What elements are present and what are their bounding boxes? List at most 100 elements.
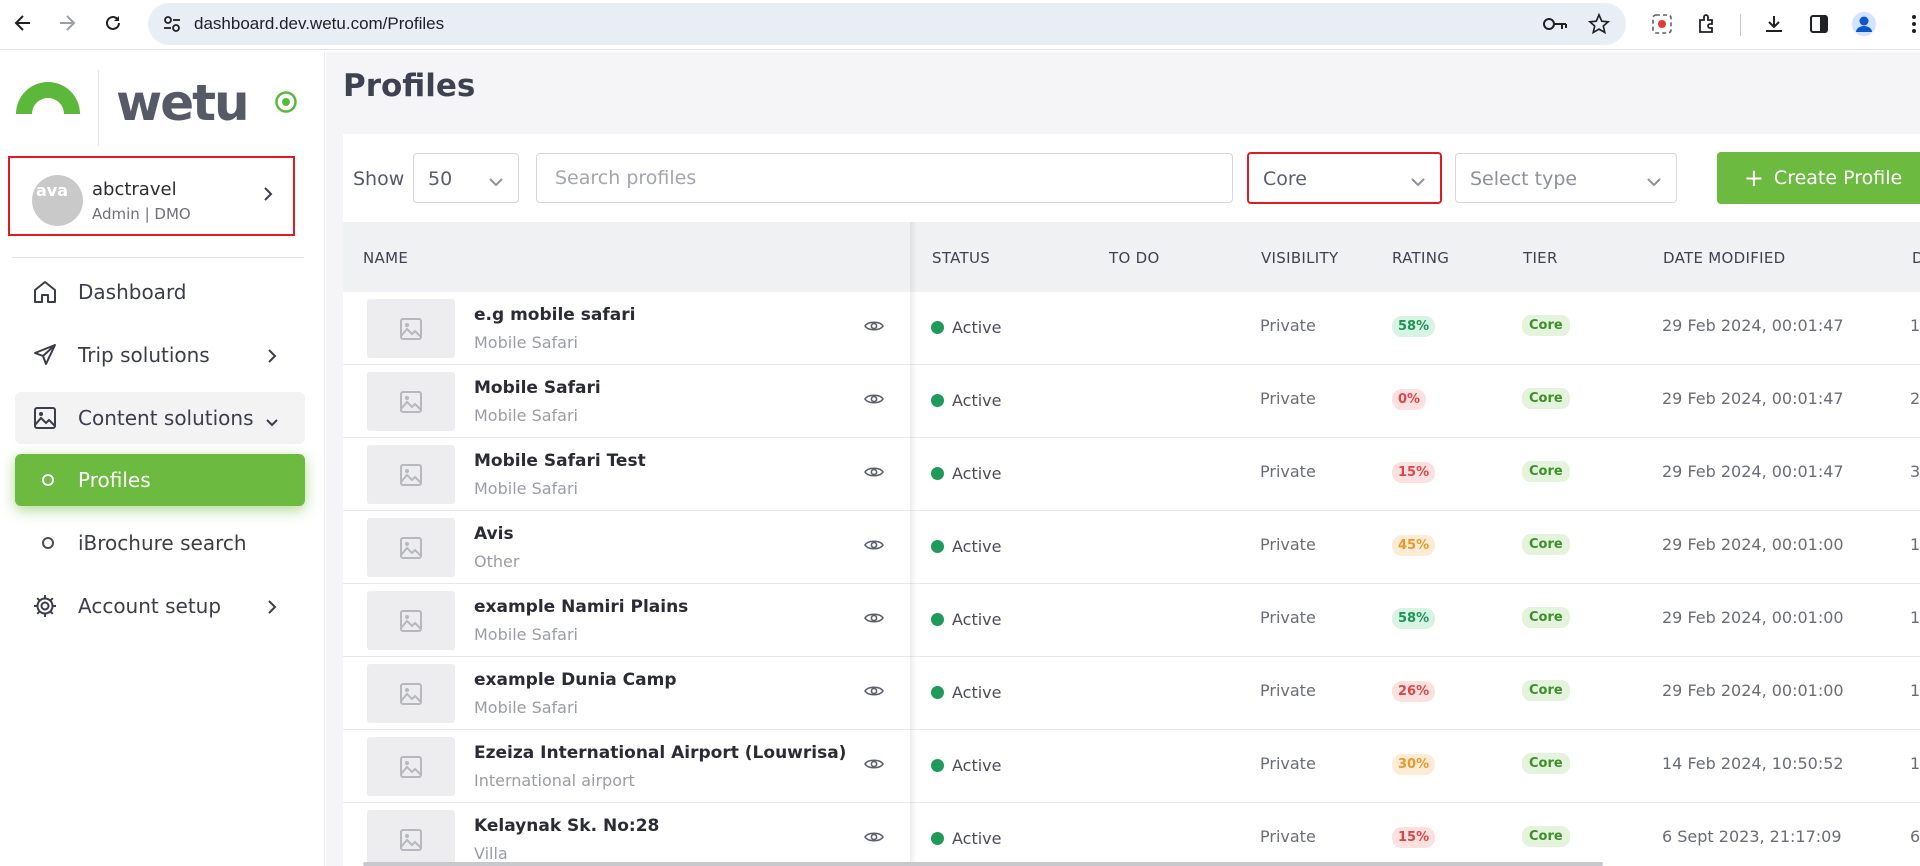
status-text: Active: [952, 464, 1002, 483]
sticky-column-shadow: [910, 222, 917, 866]
rating-badge: 15%: [1392, 462, 1436, 483]
visibility-text: Private: [1260, 827, 1316, 846]
table-header: NAME STATUS TO DO VISIBILITY RATING TIER…: [343, 222, 1920, 292]
sidebar-item-content-solutions[interactable]: Content solutions: [15, 392, 305, 444]
address-bar[interactable]: dashboard.dev.wetu.com/Profiles: [148, 3, 1626, 45]
table-row[interactable]: Mobile Safari Test Mobile Safari Active Pri…: [343, 438, 1920, 511]
table-row[interactable]: Avis Other Active Private 45% Core 29 Feb 2024…: [343, 511, 1920, 584]
profile-name[interactable]: example Dunia Camp: [474, 670, 677, 690]
table-row[interactable]: e.g mobile safari Mobile Safari Active Priv…: [343, 292, 1920, 365]
date-modified: 29 Feb 2024, 00:01:00: [1662, 681, 1844, 700]
key-icon[interactable]: [1542, 15, 1568, 37]
create-profile-button[interactable]: + Create Profile: [1717, 152, 1920, 204]
column-header-name[interactable]: NAME: [363, 249, 408, 267]
status-dot: [931, 467, 944, 480]
rating-badge: 45%: [1392, 535, 1436, 556]
table-row[interactable]: example Namiri Plains Mobile Safari Active…: [343, 584, 1920, 657]
chevron-down-icon: [488, 172, 504, 191]
browser-toolbar: dashboard.dev.wetu.com/Profiles: [0, 0, 1920, 50]
rating-badge: 58%: [1392, 608, 1436, 629]
image-icon: [32, 405, 58, 435]
column-header-todo[interactable]: TO DO: [1109, 249, 1160, 267]
site-settings-icon[interactable]: [162, 14, 182, 38]
search-input[interactable]: [536, 153, 1233, 203]
sidebar-item-dashboard[interactable]: Dashboard: [15, 266, 305, 318]
forward-arrow-icon[interactable]: [52, 8, 82, 38]
profile-name[interactable]: Avis: [474, 524, 514, 544]
target-icon[interactable]: [274, 90, 298, 118]
sidebar-item-account-setup[interactable]: Account setup: [15, 580, 305, 632]
profile-name[interactable]: Ezeiza International Airport (Louwrisa): [474, 743, 846, 763]
rating-badge: 58%: [1392, 316, 1436, 337]
rating-badge: 15%: [1392, 827, 1436, 848]
column-header-truncated[interactable]: D: [1912, 249, 1920, 267]
type-filter-value: Select type: [1470, 168, 1578, 190]
status-dot: [931, 321, 944, 334]
column-header-date-modified[interactable]: DATE MODIFIED: [1663, 249, 1786, 267]
sidebar-item-profiles[interactable]: Profiles: [15, 454, 305, 506]
eye-icon[interactable]: [864, 756, 884, 775]
logo-divider: [98, 70, 99, 146]
wetu-arc-logo-icon: [14, 80, 82, 120]
menu-dots-icon[interactable]: [1900, 10, 1920, 38]
bookmark-star-icon[interactable]: [1587, 12, 1611, 39]
eye-icon[interactable]: [864, 318, 884, 337]
logo-wordmark: wetu: [116, 74, 250, 132]
side-panel-icon[interactable]: [1805, 10, 1833, 38]
type-filter-select[interactable]: Select type: [1455, 153, 1677, 203]
status-dot: [931, 540, 944, 553]
profile-name[interactable]: e.g mobile safari: [474, 305, 635, 325]
eye-icon[interactable]: [864, 391, 884, 410]
truncated-cell: 6: [1910, 827, 1920, 846]
reload-icon[interactable]: [98, 8, 128, 38]
visibility-text: Private: [1260, 535, 1316, 554]
eye-icon[interactable]: [864, 610, 884, 629]
extensions-icon[interactable]: [1693, 10, 1721, 38]
eye-icon[interactable]: [864, 537, 884, 556]
tier-badge: Core: [1522, 461, 1570, 482]
horizontal-scrollbar[interactable]: [363, 862, 1603, 866]
profile-name[interactable]: Mobile Safari Test: [474, 451, 646, 471]
column-header-tier[interactable]: TIER: [1523, 249, 1558, 267]
profile-name[interactable]: Kelaynak Sk. No:28: [474, 816, 659, 836]
page-size-select[interactable]: 50: [413, 153, 519, 203]
table-row[interactable]: Ezeiza International Airport (Louwrisa) I…: [343, 730, 1920, 803]
tier-filter-select[interactable]: Core: [1247, 152, 1442, 204]
date-modified: 29 Feb 2024, 00:01:47: [1662, 462, 1844, 481]
truncated-cell: 2: [1910, 389, 1920, 408]
back-arrow-icon[interactable]: [8, 8, 38, 38]
download-icon[interactable]: [1760, 10, 1788, 38]
truncated-cell: 1: [1910, 316, 1920, 335]
eye-icon[interactable]: [864, 464, 884, 483]
profile-name[interactable]: example Namiri Plains: [474, 597, 688, 617]
image-placeholder-icon: [367, 299, 455, 358]
profile-name[interactable]: Mobile Safari: [474, 378, 601, 398]
profiles-panel: Show 50 Core Select type + Create Profil…: [343, 134, 1920, 866]
gear-icon: [32, 593, 58, 623]
tier-badge: Core: [1522, 534, 1570, 555]
visibility-text: Private: [1260, 316, 1316, 335]
date-modified: 6 Sept 2023, 21:17:09: [1662, 827, 1842, 846]
eye-icon[interactable]: [864, 829, 884, 848]
status-cell: Active: [931, 610, 1002, 629]
table-row[interactable]: example Dunia Camp Mobile Safari Active Pri…: [343, 657, 1920, 730]
status-text: Active: [952, 318, 1002, 337]
table-row[interactable]: Mobile Safari Mobile Safari Active Private 0…: [343, 365, 1920, 438]
column-header-status[interactable]: STATUS: [932, 249, 990, 267]
account-icon[interactable]: [1850, 10, 1878, 38]
sidebar-item-label: Trip solutions: [78, 343, 210, 367]
sidebar-item-ibrochure-search[interactable]: iBrochure search: [15, 517, 305, 569]
avatar-alt-text: ava: [36, 181, 69, 200]
screen-record-icon[interactable]: [1648, 10, 1676, 38]
eye-icon[interactable]: [864, 683, 884, 702]
column-header-rating[interactable]: RATING: [1392, 249, 1449, 267]
status-dot: [931, 759, 944, 772]
status-text: Active: [952, 756, 1002, 775]
table-row[interactable]: Kelaynak Sk. No:28 Villa Active Private 15% C…: [343, 803, 1920, 866]
sidebar-item-trip-solutions[interactable]: Trip solutions: [15, 329, 305, 381]
date-modified: 29 Feb 2024, 00:01:00: [1662, 535, 1844, 554]
url-text: dashboard.dev.wetu.com/Profiles: [194, 14, 445, 33]
user-profile-card[interactable]: ava abctravel Admin | DMO: [8, 156, 295, 236]
column-header-visibility[interactable]: VISIBILITY: [1261, 249, 1338, 267]
user-name: abctravel: [92, 179, 177, 200]
